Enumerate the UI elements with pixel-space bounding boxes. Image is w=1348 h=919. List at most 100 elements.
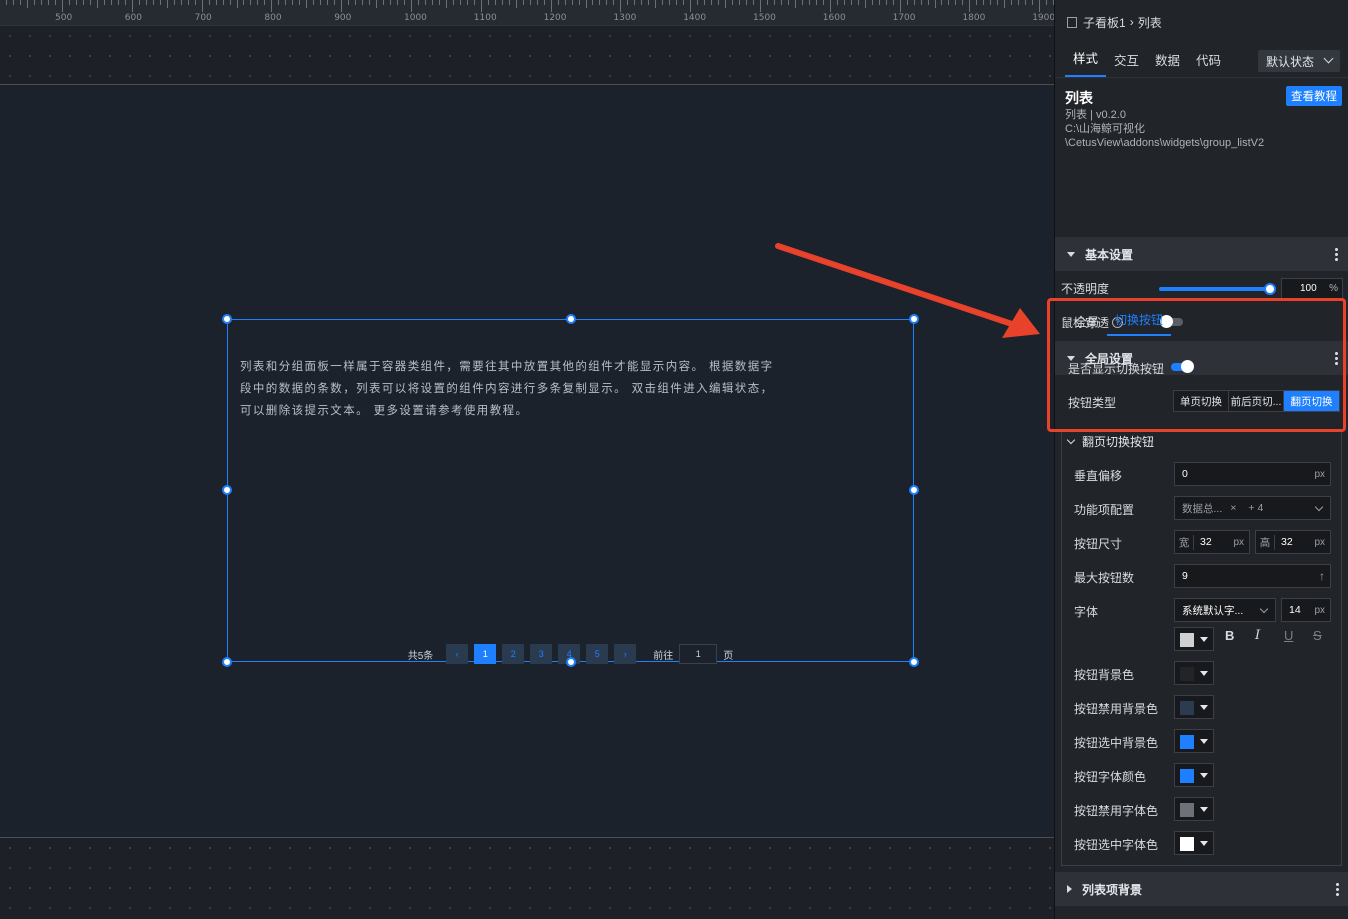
caret-down-icon — [1200, 671, 1208, 676]
ruler-tick — [152, 0, 154, 5]
ruler-tick — [201, 0, 203, 12]
list-widget[interactable]: 列表和分组面板一样属于容器类组件，需要往其中放置其他的组件才能显示内容。 根据数… — [222, 314, 919, 667]
font-family-select[interactable]: 系统默认字... — [1174, 598, 1276, 622]
resize-handle-l[interactable] — [222, 485, 232, 495]
chevron-down-icon — [1314, 502, 1324, 512]
ruler-label: 1400 — [683, 13, 707, 23]
italic-icon[interactable]: I — [1255, 628, 1260, 643]
stepper-up-icon[interactable]: ↑ — [1319, 569, 1325, 583]
ruler-tick — [397, 0, 399, 5]
color-label: 按钮选中背景色 — [1074, 736, 1159, 750]
ruler-tick — [501, 0, 503, 5]
height-unit: px — [1314, 536, 1325, 548]
ruler-tick — [27, 0, 29, 8]
editor-canvas[interactable]: 500 600 700 800 900 1000 1100 1200 1300 1400 1500 1… — [0, 0, 1054, 919]
color-swatch — [1180, 837, 1194, 851]
ruler-tick — [334, 0, 336, 5]
tab-interaction[interactable]: 交互 — [1106, 50, 1147, 77]
ruler-tick — [264, 0, 266, 5]
ruler-tick — [543, 0, 545, 5]
chevron-down-icon — [1259, 604, 1269, 614]
ruler-tick — [1018, 0, 1020, 5]
pager-page-1[interactable]: 1 — [474, 644, 497, 664]
section-basic-settings[interactable]: 基本设置 — [1055, 237, 1348, 271]
font-size-input[interactable]: 14 px — [1281, 598, 1331, 622]
ruler-tick — [920, 0, 922, 5]
pageturn-header[interactable]: 翻页切换按钮 — [1062, 431, 1341, 451]
ruler-tick — [1004, 0, 1006, 8]
ruler-label: 600 — [124, 13, 142, 23]
ruler-tick — [1011, 0, 1013, 5]
type-prev-next[interactable]: 前后页切... — [1229, 391, 1284, 411]
ruler-tick — [348, 0, 350, 5]
underline-icon[interactable]: U — [1284, 628, 1293, 643]
ruler-tick — [871, 0, 873, 5]
slider-knob[interactable] — [1264, 283, 1276, 295]
ruler-tick — [131, 0, 133, 12]
tutorial-button[interactable]: 查看教程 — [1286, 86, 1342, 106]
color-swatch — [1180, 735, 1194, 749]
ruler-tick — [62, 0, 63, 12]
color-picker[interactable] — [1174, 797, 1214, 821]
color-label: 按钮选中字体色 — [1074, 838, 1159, 852]
color-swatch — [1180, 769, 1194, 783]
subtab-switch-button[interactable]: 切换按钮 — [1107, 311, 1172, 336]
resize-handle-b[interactable] — [566, 657, 576, 667]
tag-close-icon[interactable]: × — [1230, 502, 1236, 514]
pager-total: 共5条 — [407, 650, 434, 662]
pager-next-button[interactable]: › — [614, 644, 637, 664]
pager-goto-input[interactable]: 1 — [679, 644, 718, 664]
ruler-tick — [243, 0, 245, 5]
more-vertical-icon[interactable] — [1335, 247, 1338, 261]
v-offset-input[interactable]: 0 px — [1174, 462, 1331, 486]
ruler-tick — [634, 0, 636, 5]
ruler-tick — [96, 0, 98, 8]
more-vertical-icon[interactable] — [1336, 882, 1339, 896]
font-color-picker[interactable] — [1174, 627, 1214, 651]
ruler-tick — [557, 0, 559, 5]
ruler-tick — [536, 0, 538, 5]
ruler-tick — [487, 0, 489, 5]
state-select[interactable]: 默认状态 — [1258, 50, 1340, 72]
bold-icon[interactable]: B — [1225, 628, 1234, 643]
strikethrough-icon[interactable]: S — [1313, 628, 1322, 643]
opacity-unit: % — [1329, 283, 1338, 294]
tab-style[interactable]: 样式 — [1065, 48, 1107, 77]
resize-handle-br[interactable] — [909, 657, 919, 667]
color-picker[interactable] — [1174, 695, 1214, 719]
ruler-tick — [787, 0, 789, 5]
resize-handle-t[interactable] — [566, 314, 576, 324]
max-buttons-input[interactable]: 9 ↑ — [1174, 564, 1331, 588]
resize-handle-bl[interactable] — [222, 657, 232, 667]
ruler-label: 1100 — [473, 13, 497, 23]
pager-page-3[interactable]: 3 — [530, 644, 553, 664]
ruler-label: 1000 — [404, 13, 427, 23]
dashboard-stage[interactable]: 列表和分组面板一样属于容器类组件，需要往其中放置其他的组件才能显示内容。 根据数… — [0, 84, 1054, 838]
subtab-global[interactable]: 全局 — [1067, 313, 1107, 336]
color-picker[interactable] — [1174, 831, 1214, 855]
breadcrumb-parent[interactable]: 子看板1 — [1083, 14, 1126, 31]
show-switch-toggle[interactable] — [1171, 360, 1194, 373]
pager-prev-button[interactable]: ‹ — [446, 644, 469, 664]
color-picker[interactable] — [1174, 729, 1214, 753]
ruler-tick — [159, 0, 161, 5]
ruler-tick — [990, 0, 992, 5]
opacity-input[interactable]: 100 % — [1281, 278, 1343, 299]
type-single-page[interactable]: 单页切换 — [1174, 391, 1229, 411]
section-list-item-background[interactable]: 列表项背景 — [1055, 872, 1348, 906]
opacity-slider[interactable] — [1159, 283, 1276, 295]
resize-handle-tl[interactable] — [222, 314, 232, 324]
ruler-tick — [822, 0, 824, 5]
pager-page-2[interactable]: 2 — [502, 644, 525, 664]
func-config-select[interactable]: 数据总... × + 4 — [1174, 496, 1331, 520]
tab-code[interactable]: 代码 — [1188, 50, 1229, 77]
type-page-turn[interactable]: 翻页切换 — [1284, 391, 1339, 411]
button-width-input[interactable]: 宽 32 px — [1174, 530, 1250, 554]
tab-data[interactable]: 数据 — [1147, 50, 1188, 77]
ruler-tick — [732, 0, 734, 5]
resize-handle-r[interactable] — [909, 485, 919, 495]
color-picker[interactable] — [1174, 763, 1214, 787]
button-height-input[interactable]: 高 32 px — [1255, 530, 1331, 554]
pager-page-5[interactable]: 5 — [586, 644, 609, 664]
color-picker[interactable] — [1174, 661, 1214, 685]
